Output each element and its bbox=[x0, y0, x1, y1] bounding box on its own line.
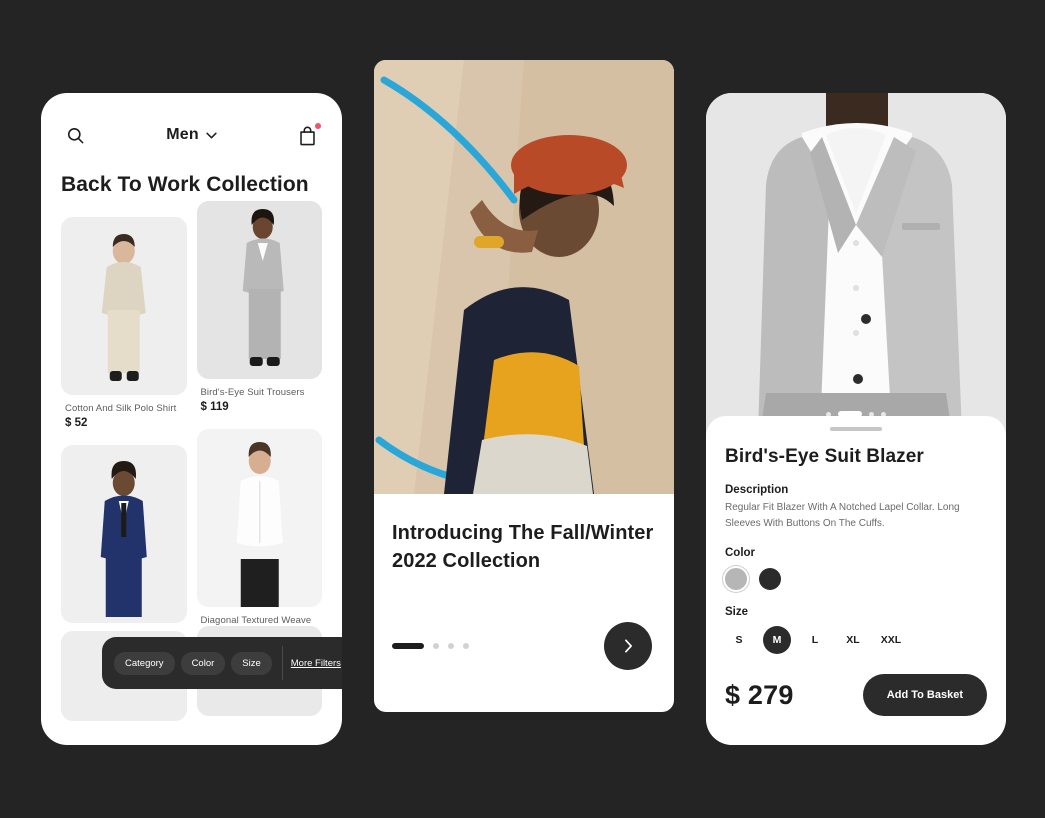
page-title: Back To Work Collection bbox=[61, 173, 309, 196]
product-detail-sheet: Bird's-Eye Suit Blazer Description Regul… bbox=[706, 416, 1006, 745]
hero-headline: Introducing The Fall/Winter 2022 Collect… bbox=[392, 522, 654, 572]
product-card[interactable]: Bird's-Eye Suit Trousers $ 119 bbox=[196, 200, 322, 429]
cart-badge-dot bbox=[314, 123, 321, 129]
carousel-controls bbox=[374, 580, 674, 712]
drag-handle[interactable] bbox=[830, 427, 882, 431]
filter-divider bbox=[281, 646, 283, 680]
left-phone-screen: Men Back To Work Collection Cotton And S… bbox=[41, 93, 342, 745]
product-card[interactable]: Diagonal Textured Weave bbox=[196, 428, 322, 626]
category-dropdown[interactable]: Men bbox=[166, 126, 217, 144]
description-label: Description bbox=[725, 484, 789, 496]
product-card[interactable] bbox=[61, 444, 187, 631]
carousel-dot[interactable] bbox=[463, 643, 469, 649]
product-card[interactable]: Cotton And Silk Polo Shirt $ 52 bbox=[61, 216, 187, 445]
product-name: Diagonal Textured Weave bbox=[200, 614, 312, 626]
carousel-dot[interactable] bbox=[448, 643, 454, 649]
hero-text: Introducing The Fall/Winter 2022 Collect… bbox=[374, 494, 674, 575]
product-image bbox=[196, 428, 322, 607]
color-swatches bbox=[725, 568, 987, 590]
product-price: $ 52 bbox=[65, 416, 88, 429]
product-name: Bird's-Eye Suit Trousers bbox=[200, 386, 305, 398]
filter-chip-size[interactable]: Size bbox=[231, 651, 272, 675]
size-label: Size bbox=[725, 606, 749, 618]
chevron-right-icon bbox=[624, 639, 632, 653]
purchase-row: $ 279 Add To Basket bbox=[725, 674, 987, 716]
size-option-xxl[interactable]: XXL bbox=[877, 626, 905, 654]
size-option-m[interactable]: M bbox=[763, 626, 791, 654]
color-swatch-gray[interactable] bbox=[725, 568, 747, 590]
more-filters-link[interactable]: More Filters bbox=[291, 658, 341, 669]
product-price: $ 119 bbox=[200, 400, 229, 413]
product-title: Bird's-Eye Suit Blazer bbox=[725, 446, 924, 467]
chevron-down-icon bbox=[206, 132, 217, 138]
carousel-dot[interactable] bbox=[392, 643, 424, 649]
size-option-xl[interactable]: XL bbox=[839, 626, 867, 654]
product-image bbox=[196, 200, 322, 379]
carousel-pagination bbox=[392, 643, 469, 649]
product-gallery-image bbox=[706, 93, 1006, 433]
carousel-dot[interactable] bbox=[433, 643, 439, 649]
filter-bar: Category Color Size More Filters bbox=[102, 637, 342, 689]
size-selector: S M L XL XXL bbox=[725, 626, 987, 654]
filter-chip-color[interactable]: Color bbox=[180, 651, 226, 675]
product-image bbox=[61, 216, 187, 395]
next-slide-button[interactable] bbox=[604, 622, 652, 670]
app-stage: Men Back To Work Collection Cotton And S… bbox=[0, 0, 1045, 818]
product-image bbox=[61, 444, 187, 623]
right-phone-screen: Bird's-Eye Suit Blazer Description Regul… bbox=[706, 93, 1006, 745]
color-swatch-black[interactable] bbox=[759, 568, 781, 590]
size-option-s[interactable]: S bbox=[725, 626, 753, 654]
search-icon[interactable] bbox=[61, 121, 89, 149]
size-option-l[interactable]: L bbox=[801, 626, 829, 654]
filter-chip-category[interactable]: Category bbox=[114, 651, 175, 675]
shopping-bag-icon[interactable] bbox=[294, 121, 322, 149]
product-price: $ 279 bbox=[725, 679, 794, 710]
add-to-basket-button[interactable]: Add To Basket bbox=[862, 674, 987, 716]
product-description: Regular Fit Blazer With A Notched Lapel … bbox=[725, 502, 960, 529]
product-name: Cotton And Silk Polo Shirt bbox=[65, 402, 177, 414]
category-label: Men bbox=[166, 126, 199, 143]
color-label: Color bbox=[725, 547, 756, 559]
hero-image bbox=[374, 60, 674, 494]
center-phone-screen: Introducing The Fall/Winter 2022 Collect… bbox=[374, 60, 674, 712]
left-header: Men bbox=[41, 93, 342, 149]
